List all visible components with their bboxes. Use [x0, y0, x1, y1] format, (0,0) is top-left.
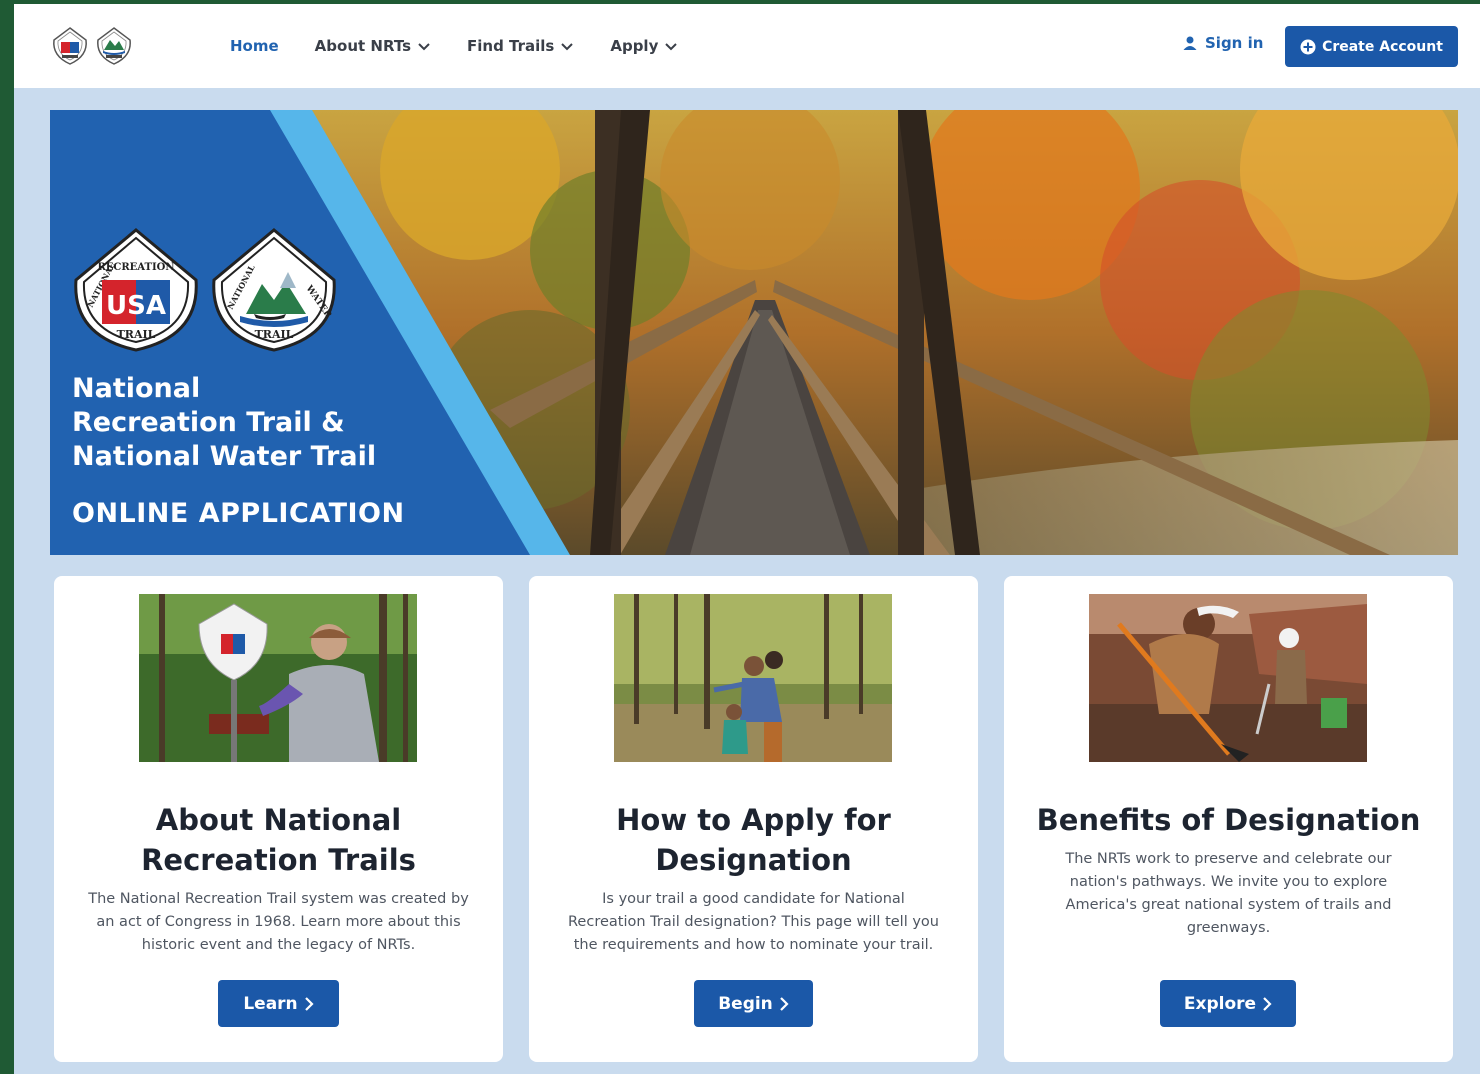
main-nav: Home About NRTs Find Trails Apply: [230, 4, 714, 88]
user-icon: [1183, 36, 1197, 50]
plus-circle-icon: [1300, 39, 1316, 54]
nrt-shield-icon: RECREATION NATIONAL USA TRAIL: [74, 228, 198, 352]
hero-subtitle: ONLINE APPLICATION: [72, 498, 405, 529]
card-text-line: nation's pathways. We invite you to expl…: [1069, 874, 1388, 890]
nwt-shield-icon: WATER NATIONAL TRAIL: [212, 228, 336, 352]
chevron-down-icon: [561, 43, 574, 51]
card-title: How to Apply for Designation: [549, 800, 958, 880]
hero-title-line: Recreation Trail &: [72, 407, 345, 438]
card-text-line: historic event and the legacy of NRTs.: [141, 937, 416, 953]
nav-about-nrts[interactable]: About NRTs: [315, 37, 431, 55]
card-description: The NRTs work to preserve and celebrate …: [1034, 848, 1423, 940]
card-text-line: The NRTs work to preserve and celebrate …: [1065, 851, 1392, 867]
hero-banner: RECREATION NATIONAL USA TRAIL WATER NATI…: [50, 110, 1458, 555]
card-text-line: The National Recreation Trail system was…: [88, 891, 469, 907]
chevron-down-icon: [418, 43, 430, 51]
nav-home-label: Home: [230, 37, 279, 55]
site-header: Home About NRTs Find Trails Apply Sign i…: [14, 4, 1480, 88]
explore-button-label: Explore: [1183, 993, 1257, 1014]
nrt-shield-bottom: TRAIL: [117, 328, 156, 341]
card-title-line: Recreation Trails: [141, 843, 416, 877]
hero-title-line: National Water Trail: [72, 441, 377, 472]
card-benefits: Benefits of Designation The NRTs work to…: [1004, 576, 1453, 1062]
header-logos[interactable]: [50, 26, 134, 66]
begin-button[interactable]: Begin: [694, 980, 813, 1027]
hero-title: National Recreation Trail & National Wat…: [72, 372, 432, 474]
nwt-shield-icon: [97, 27, 131, 65]
card-description: The National Recreation Trail system was…: [84, 888, 473, 957]
create-account-label: Create Account: [1322, 38, 1443, 55]
card-text-line: Is your trail a good candidate for Natio…: [602, 891, 905, 907]
page-frame: Home About NRTs Find Trails Apply Sign i…: [14, 4, 1480, 1074]
card-text-line: an act of Congress in 1968. Learn more a…: [96, 914, 461, 930]
card-text-line: Recreation Trail designation? This page …: [568, 914, 939, 930]
card-title-line: Benefits of Designation: [1036, 803, 1421, 837]
sign-in-label: Sign in: [1205, 34, 1264, 52]
nav-find-label: Find Trails: [467, 37, 555, 55]
nav-apply-label: Apply: [610, 37, 659, 55]
card-photo-trail-crew: [1089, 594, 1367, 762]
card-photo-sign: [139, 594, 417, 762]
card-how-to-apply: How to Apply for Designation Is your tra…: [529, 576, 978, 1062]
explore-button[interactable]: Explore: [1160, 980, 1296, 1027]
card-about-nrts: About National Recreation Trails The Nat…: [54, 576, 503, 1062]
learn-button-label: Learn: [243, 993, 298, 1014]
card-text-line: the requirements and how to nominate you…: [573, 937, 934, 953]
chevron-right-icon: [780, 996, 789, 1011]
card-text-line: America's great national system of trail…: [1065, 897, 1392, 913]
create-account-button[interactable]: Create Account: [1285, 26, 1458, 67]
card-title-line: Designation: [655, 843, 852, 877]
card-photo-family: [614, 594, 892, 762]
sign-in-link[interactable]: Sign in: [1182, 34, 1263, 52]
nwt-shield-bottom: TRAIL: [255, 328, 294, 341]
chevron-right-icon: [1263, 996, 1272, 1011]
learn-button[interactable]: Learn: [218, 980, 339, 1027]
nav-apply[interactable]: Apply: [610, 37, 678, 55]
hero-logos: RECREATION NATIONAL USA TRAIL WATER NATI…: [72, 228, 338, 352]
begin-button-label: Begin: [718, 993, 773, 1014]
chevron-right-icon: [304, 996, 314, 1011]
card-title: About National Recreation Trails: [74, 800, 483, 880]
card-title-line: How to Apply for: [616, 803, 891, 837]
hero-title-line: National: [72, 373, 201, 404]
nrt-shield-icon: [53, 27, 87, 65]
nav-about-label: About NRTs: [314, 37, 411, 55]
card-text-line: greenways.: [1186, 920, 1271, 936]
card-title: Benefits of Designation: [1024, 800, 1433, 840]
card-description: Is your trail a good candidate for Natio…: [559, 888, 948, 957]
nrt-shield-usa: USA: [106, 291, 166, 321]
chevron-down-icon: [665, 43, 678, 51]
nav-home[interactable]: Home: [230, 37, 279, 55]
card-title-line: About National: [155, 803, 402, 837]
nav-find-trails[interactable]: Find Trails: [467, 37, 574, 55]
